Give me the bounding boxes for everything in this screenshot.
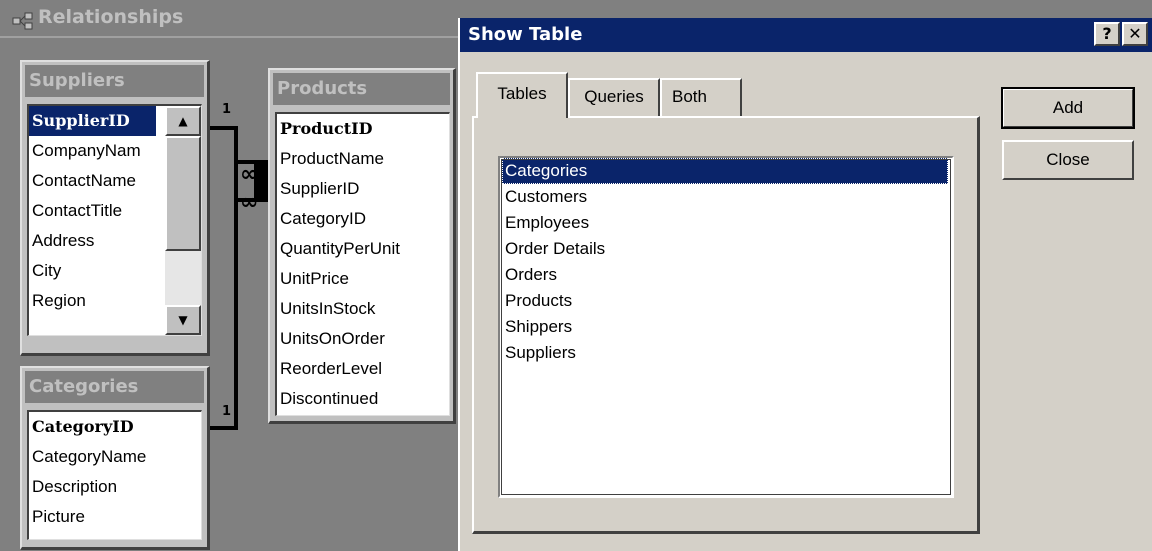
field-picture[interactable]: Picture [29,502,201,532]
field-supplierid[interactable]: SupplierID [277,174,449,204]
close-icon[interactable]: ✕ [1122,22,1148,46]
field-quantityperunit[interactable]: QuantityPerUnit [277,234,449,264]
categories-table-window[interactable]: Categories CategoryID CategoryName Descr… [20,366,210,550]
dialog-title: Show Table [468,24,583,45]
list-item-order-details[interactable]: Order Details [502,236,948,262]
tab-tables[interactable]: Tables [476,72,568,118]
products-table-header[interactable]: Products [273,73,450,105]
scroll-up-arrow-icon[interactable]: ▲ [165,106,201,136]
list-item-suppliers[interactable]: Suppliers [502,340,948,366]
field-categoryname[interactable]: CategoryName [29,442,201,472]
tab-both[interactable]: Both [660,78,742,116]
list-item-products[interactable]: Products [502,288,948,314]
products-field-list[interactable]: ProductID ProductName SupplierID Categor… [275,112,450,416]
categories-field-list[interactable]: CategoryID CategoryName Description Pict… [27,410,202,540]
add-button[interactable]: Add [1001,87,1135,129]
field-discontinued[interactable]: Discontinued [277,384,449,414]
relationships-icon [12,12,33,30]
field-description[interactable]: Description [29,472,201,502]
list-item-categories[interactable]: Categories [502,158,948,184]
field-productid[interactable]: ProductID [277,114,449,144]
table-listbox[interactable]: Categories Customers Employees Order Det… [498,156,954,498]
list-item-employees[interactable]: Employees [502,210,948,236]
one-side-label-suppliers: 1 [222,102,232,117]
field-supplierid[interactable]: SupplierID [29,106,156,136]
help-button[interactable]: ? [1094,22,1120,46]
field-categoryid[interactable]: CategoryID [277,204,449,234]
suppliers-scrollbar[interactable]: ▲ ▼ [165,106,201,335]
suppliers-table-header[interactable]: Suppliers [25,65,204,97]
suppliers-table-window[interactable]: Suppliers SupplierID CompanyNam ContactN… [20,60,210,356]
products-table-window[interactable]: Products ProductID ProductName SupplierI… [268,68,456,424]
field-categoryid[interactable]: CategoryID [29,412,201,442]
categories-table-header[interactable]: Categories [25,371,204,403]
field-unitsinstock[interactable]: UnitsInStock [277,294,449,324]
many-side-infinity-icon: ∞ [240,190,259,215]
scroll-down-arrow-icon[interactable]: ▼ [165,305,201,335]
scroll-thumb[interactable] [165,136,201,251]
relationships-titlebar[interactable]: Relationships [0,0,460,38]
join-line-suppliers-h[interactable] [210,126,236,130]
list-item-shippers[interactable]: Shippers [502,314,948,340]
many-side-infinity-icon: ∞ [240,162,259,187]
join-line-categories-h[interactable] [210,426,236,430]
field-productname[interactable]: ProductName [277,144,449,174]
join-line-vertical[interactable] [234,126,238,430]
list-item-customers[interactable]: Customers [502,184,948,210]
dialog-titlebar[interactable]: Show Table ? ✕ [460,18,1152,52]
relationships-canvas[interactable]: Suppliers SupplierID CompanyNam ContactN… [0,38,458,551]
field-unitsonorder[interactable]: UnitsOnOrder [277,324,449,354]
show-table-dialog[interactable]: Show Table ? ✕ Tables Queries Both Categ… [458,18,1152,551]
relationships-title: Relationships [38,6,184,28]
one-side-label-categories: 1 [222,404,232,419]
list-item-orders[interactable]: Orders [502,262,948,288]
field-unitprice[interactable]: UnitPrice [277,264,449,294]
close-button[interactable]: Close [1002,140,1134,180]
suppliers-field-list[interactable]: SupplierID CompanyNam ContactName Contac… [27,104,202,336]
field-reorderlevel[interactable]: ReorderLevel [277,354,449,384]
tab-queries[interactable]: Queries [568,78,660,116]
